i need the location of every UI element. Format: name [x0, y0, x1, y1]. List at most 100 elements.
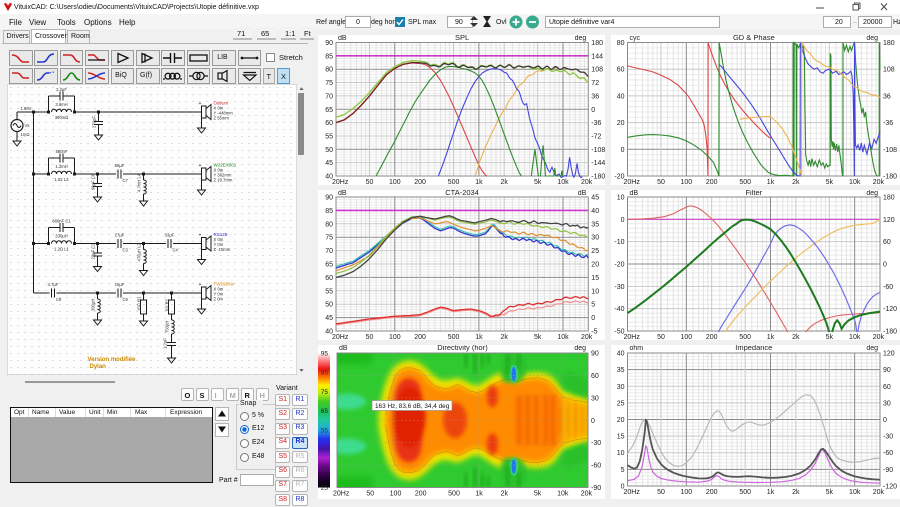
svg-text:10k: 10k: [557, 491, 569, 498]
svg-text:750µH: 750µH: [164, 321, 169, 333]
svg-text:0: 0: [621, 484, 625, 491]
svg-text:200: 200: [414, 334, 426, 340]
svg-text:45: 45: [325, 160, 333, 167]
svg-text:50: 50: [657, 334, 665, 340]
svg-text:500: 500: [739, 489, 751, 496]
svg-text:200: 200: [415, 491, 427, 498]
svg-text:dB: dB: [338, 35, 347, 42]
svg-text:60: 60: [591, 373, 599, 380]
svg-text:deg: deg: [575, 35, 587, 42]
svg-text:90: 90: [325, 40, 333, 47]
svg-text:10: 10: [617, 450, 625, 457]
svg-text:+: +: [198, 282, 201, 288]
svg-text:-10: -10: [614, 239, 624, 246]
svg-text:-60: -60: [883, 450, 893, 457]
svg-text:100: 100: [680, 334, 692, 340]
svg-text:1.52 L3: 1.52 L3: [54, 177, 69, 182]
svg-text:60: 60: [883, 384, 891, 391]
svg-text:15: 15: [591, 275, 599, 282]
svg-text:90: 90: [325, 195, 333, 202]
svg-text:200: 200: [414, 179, 426, 185]
svg-text:200: 200: [706, 489, 718, 496]
svg-text:-30: -30: [614, 284, 624, 291]
svg-text:Z 19.7mm: Z 19.7mm: [213, 178, 232, 183]
svg-text:-20: -20: [614, 262, 624, 269]
svg-text:2k: 2k: [792, 334, 800, 340]
svg-text:270µF: 270µF: [91, 116, 96, 128]
svg-text:C8: C8: [56, 297, 62, 302]
svg-text:deg: deg: [866, 345, 878, 352]
svg-text:20: 20: [591, 262, 599, 269]
svg-text:1.88V: 1.88V: [20, 106, 31, 111]
svg-text:90: 90: [591, 351, 599, 358]
svg-text:65: 65: [325, 262, 333, 269]
svg-text:cyc: cyc: [630, 35, 641, 42]
svg-text:36: 36: [591, 93, 599, 100]
svg-text:Vs: Vs: [24, 123, 29, 128]
svg-text:20: 20: [617, 120, 625, 127]
svg-text:5: 5: [621, 467, 625, 474]
svg-text:dB: dB: [630, 190, 639, 197]
svg-text:20Hz: 20Hz: [624, 334, 641, 340]
svg-text:-60: -60: [883, 284, 893, 291]
svg-text:500: 500: [448, 334, 460, 340]
svg-text:45: 45: [321, 447, 329, 454]
svg-text:85: 85: [321, 370, 329, 377]
svg-text:2.2µF: 2.2µF: [56, 87, 67, 92]
svg-text:20Hz: 20Hz: [333, 491, 350, 498]
svg-text:60: 60: [325, 120, 333, 127]
svg-text:108: 108: [591, 67, 603, 74]
svg-text:75: 75: [321, 389, 329, 396]
svg-text:200: 200: [706, 334, 718, 340]
svg-text:CTA-2034: CTA-2034: [445, 190, 479, 197]
svg-text:80: 80: [325, 67, 333, 74]
svg-text:55: 55: [325, 133, 333, 140]
svg-text:75: 75: [325, 80, 333, 87]
svg-text:1.2Ω L1: 1.2Ω L1: [54, 247, 69, 252]
svg-text:680nF: 680nF: [55, 149, 67, 154]
svg-text:-180: -180: [883, 174, 897, 181]
svg-text:Z 0m: Z 0m: [213, 297, 223, 302]
svg-text:500: 500: [448, 179, 460, 185]
svg-text:3.9mH: 3.9mH: [55, 102, 67, 107]
svg-text:25: 25: [321, 485, 329, 492]
svg-text:-144: -144: [591, 160, 605, 167]
svg-text:40: 40: [325, 174, 333, 181]
svg-text:15Ω R1: 15Ω R1: [136, 296, 141, 311]
svg-text:C9: C9: [122, 297, 128, 302]
svg-text:-40: -40: [614, 306, 624, 313]
svg-text:100: 100: [390, 491, 402, 498]
svg-text:0: 0: [591, 107, 595, 114]
svg-text:4.7µF: 4.7µF: [47, 282, 58, 287]
svg-text:20: 20: [617, 417, 625, 424]
svg-text:0: 0: [883, 262, 887, 269]
svg-text:50: 50: [325, 302, 333, 309]
svg-text:0: 0: [591, 315, 595, 322]
svg-text:-72: -72: [591, 133, 601, 140]
svg-text:100: 100: [389, 179, 401, 185]
svg-text:10k: 10k: [849, 334, 861, 340]
svg-text:1.2mH: 1.2mH: [55, 164, 67, 169]
svg-text:80: 80: [325, 221, 333, 228]
svg-text:5k: 5k: [534, 491, 542, 498]
svg-text:1k: 1k: [767, 179, 775, 185]
svg-text:5k: 5k: [534, 179, 542, 185]
svg-text:Directivity (hor): Directivity (hor): [437, 345, 488, 352]
svg-text:-36: -36: [591, 120, 601, 127]
svg-text:95: 95: [321, 351, 329, 358]
svg-text:Dylan: Dylan: [89, 364, 106, 370]
svg-text:-120: -120: [883, 484, 897, 491]
svg-text:C3: C3: [122, 248, 128, 253]
svg-text:20Hz: 20Hz: [332, 334, 349, 340]
svg-text:0: 0: [883, 417, 887, 424]
svg-text:33µF: 33µF: [164, 233, 174, 238]
svg-text:1k: 1k: [475, 179, 483, 185]
svg-text:dB: dB: [578, 190, 587, 197]
svg-text:2k: 2k: [500, 179, 508, 185]
svg-text:5: 5: [591, 302, 595, 309]
svg-text:4.7mH L4: 4.7mH L4: [136, 173, 141, 192]
svg-text:100: 100: [680, 179, 692, 185]
svg-text:65: 65: [325, 107, 333, 114]
svg-text:100: 100: [680, 489, 692, 496]
svg-text:SPL: SPL: [455, 35, 469, 42]
